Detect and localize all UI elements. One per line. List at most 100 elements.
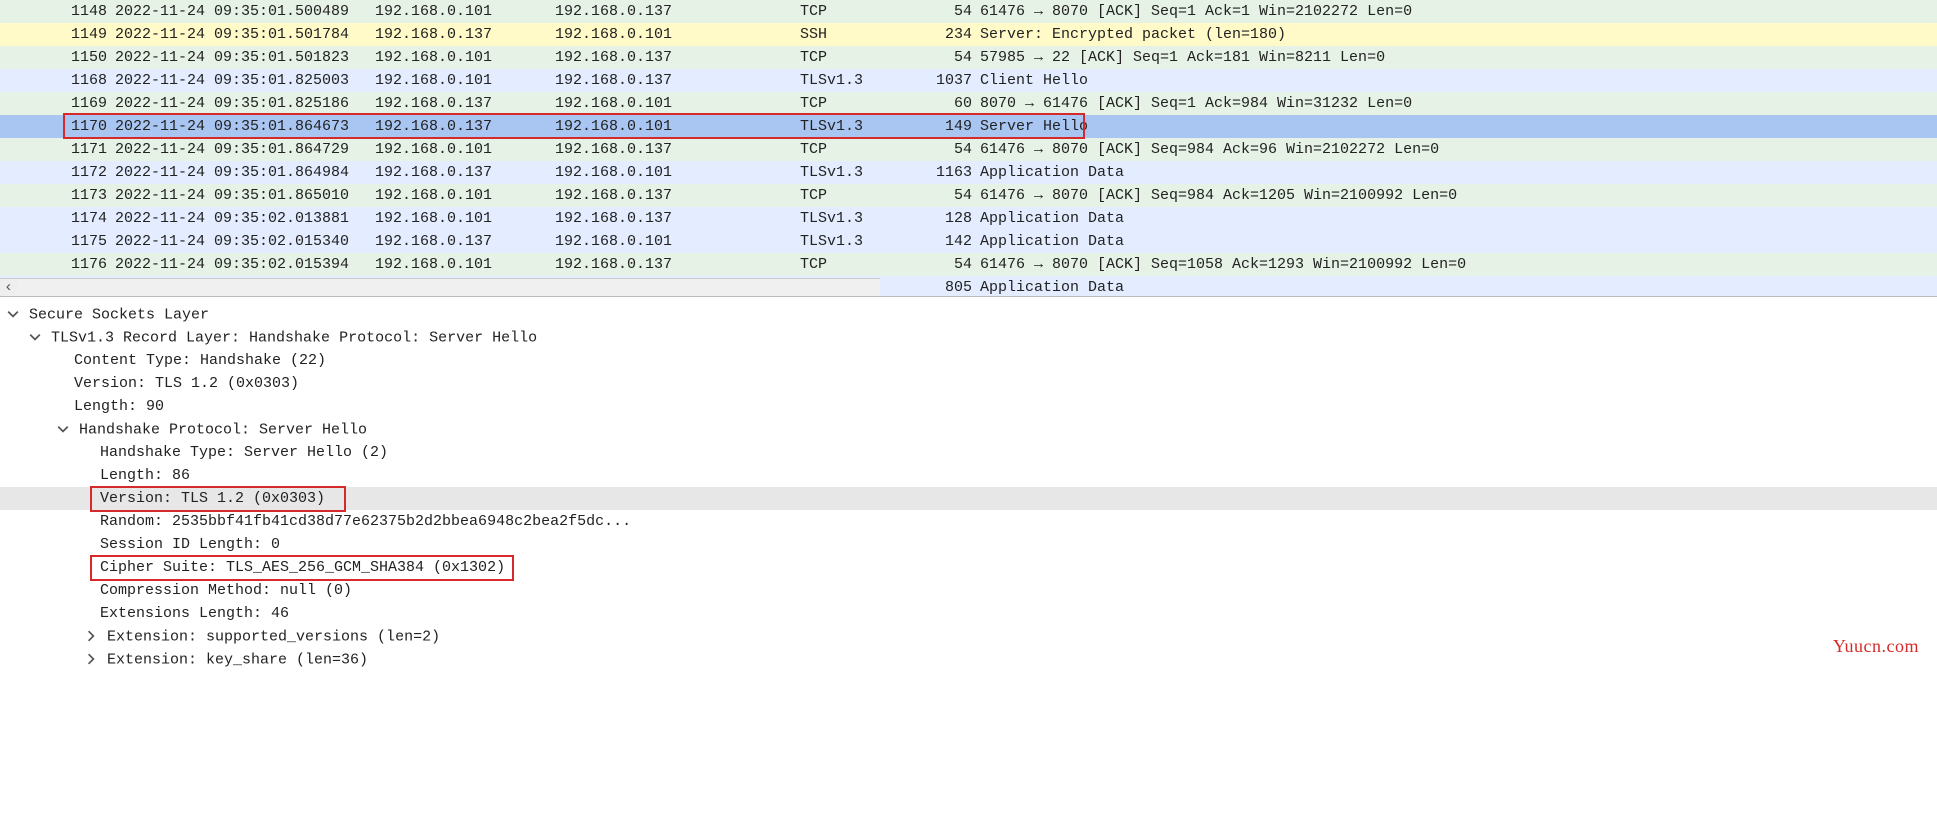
packet-length: 142 bbox=[920, 230, 980, 253]
packet-row[interactable]: 11702022-11-24 09:35:01.864673192.168.0.… bbox=[0, 115, 1937, 138]
packet-info: 57985 → 22 [ACK] Seq=1 Ack=181 Win=8211 … bbox=[980, 46, 1937, 69]
packet-info: Client Hello bbox=[980, 69, 1937, 92]
packet-time: 2022-11-24 09:35:01.864729 bbox=[115, 138, 375, 161]
tree-hs-length: Length: 86 bbox=[100, 467, 190, 484]
packet-info: Application Data bbox=[980, 161, 1937, 184]
packet-protocol: TCP bbox=[800, 253, 920, 276]
packet-protocol: TCP bbox=[800, 0, 920, 23]
packet-protocol: TCP bbox=[800, 184, 920, 207]
tree-ext1: Extension: supported_versions (len=2) bbox=[107, 628, 440, 645]
packet-destination: 192.168.0.101 bbox=[555, 115, 800, 138]
packet-destination: 192.168.0.137 bbox=[555, 184, 800, 207]
scroll-left-icon[interactable]: ‹ bbox=[0, 280, 17, 295]
packet-no: 1148 bbox=[0, 0, 115, 23]
packet-row[interactable]: 11682022-11-24 09:35:01.825003192.168.0.… bbox=[0, 69, 1937, 92]
packet-no: 1171 bbox=[0, 138, 115, 161]
tree-record-label: TLSv1.3 Record Layer: Handshake Protocol… bbox=[51, 329, 537, 346]
packet-row[interactable]: 11752022-11-24 09:35:02.015340 192.168.0.… bbox=[0, 230, 1937, 253]
tree-hs-version: Version: TLS 1.2 (0x0303) bbox=[100, 490, 325, 507]
packet-no: 1176 bbox=[0, 253, 115, 276]
packet-info: Server: Encrypted packet (len=180) bbox=[980, 23, 1937, 46]
packet-protocol: TLSv1.3 bbox=[800, 69, 920, 92]
packet-row[interactable]: 11742022-11-24 09:35:02.013881 192.168.0.… bbox=[0, 207, 1937, 230]
packet-length: 149 bbox=[920, 115, 980, 138]
packet-source: 192.168.0.137 bbox=[375, 92, 555, 115]
packet-info: 61476 → 8070 [ACK] Seq=1 Ack=1 Win=21022… bbox=[980, 0, 1937, 23]
packet-length: 1163 bbox=[920, 161, 980, 184]
packet-time: 2022-11-24 09:35:01.864673 bbox=[115, 115, 375, 138]
scrollbar-track[interactable] bbox=[17, 280, 880, 295]
packet-row[interactable]: 11502022-11-24 09:35:01.501823192.168.0.… bbox=[0, 46, 1937, 69]
packet-protocol: SSH bbox=[800, 23, 920, 46]
packet-source: 192.168.0.137 bbox=[375, 161, 555, 184]
packet-length: 54 bbox=[920, 0, 980, 23]
tree-ext2: Extension: key_share (len=36) bbox=[107, 651, 368, 668]
tree-hs-type: Handshake Type: Server Hello (2) bbox=[100, 444, 388, 461]
tree-item[interactable]: Length: 86 bbox=[0, 464, 1937, 487]
packet-source: 192.168.0.101 bbox=[375, 253, 555, 276]
packet-time: 2022-11-24 09:35:01.501823 bbox=[115, 46, 375, 69]
tree-item[interactable]: Handshake Type: Server Hello (2) bbox=[0, 441, 1937, 464]
chevron-down-icon[interactable] bbox=[6, 303, 20, 326]
watermark-text: Yuucn.com bbox=[1833, 636, 1919, 657]
tree-item-ext[interactable]: Extension: supported_versions (len=2) bbox=[0, 625, 1937, 648]
packet-row[interactable]: 11712022-11-24 09:35:01.864729192.168.0.… bbox=[0, 138, 1937, 161]
tree-item[interactable]: Compression Method: null (0) bbox=[0, 579, 1937, 602]
chevron-right-icon[interactable] bbox=[84, 625, 98, 648]
tree-item[interactable]: Extensions Length: 46 bbox=[0, 602, 1937, 625]
packet-time: 2022-11-24 09:35:02.013881 bbox=[115, 207, 375, 230]
packet-info: Server Hello bbox=[980, 115, 1937, 138]
packet-destination: 192.168.0.101 bbox=[555, 92, 800, 115]
packet-info: 8070 → 61476 [ACK] Seq=1 Ack=984 Win=312… bbox=[980, 92, 1937, 115]
packet-time: 2022-11-24 09:35:01.501784 bbox=[115, 23, 375, 46]
chevron-right-icon[interactable] bbox=[84, 648, 98, 671]
chevron-down-icon[interactable] bbox=[56, 418, 70, 441]
packet-time: 2022-11-24 09:35:02.015340 bbox=[115, 230, 375, 253]
packet-row[interactable]: 11722022-11-24 09:35:01.864984192.168.0.… bbox=[0, 161, 1937, 184]
packet-destination: 192.168.0.101 bbox=[555, 230, 800, 253]
packet-time: 2022-11-24 09:35:01.864984 bbox=[115, 161, 375, 184]
tree-item[interactable]: Random: 2535bbf41fb41cd38d77e62375b2d2bb… bbox=[0, 510, 1937, 533]
packet-destination: 192.168.0.137 bbox=[555, 46, 800, 69]
packet-time: 2022-11-24 09:35:01.825003 bbox=[115, 69, 375, 92]
packet-protocol: TCP bbox=[800, 138, 920, 161]
packet-length: 1037 bbox=[920, 69, 980, 92]
packet-info: 61476 → 8070 [ACK] Seq=984 Ack=96 Win=21… bbox=[980, 138, 1937, 161]
tree-item-cipher[interactable]: Cipher Suite: TLS_AES_256_GCM_SHA384 (0x… bbox=[0, 556, 1937, 579]
tree-item-ext[interactable]: Extension: key_share (len=36) bbox=[0, 648, 1937, 671]
tree-item[interactable]: Version: TLS 1.2 (0x0303) bbox=[0, 372, 1937, 395]
tree-item[interactable]: Content Type: Handshake (22) bbox=[0, 349, 1937, 372]
packet-source: 192.168.0.101 bbox=[375, 184, 555, 207]
packet-length: 234 bbox=[920, 23, 980, 46]
horizontal-scrollbar[interactable]: ‹ bbox=[0, 278, 880, 296]
packet-no: 1174 bbox=[0, 207, 115, 230]
detail-tree-panel[interactable]: Secure Sockets Layer TLSv1.3 Record Laye… bbox=[0, 297, 1937, 836]
packet-time: 2022-11-24 09:35:01.825186 bbox=[115, 92, 375, 115]
packet-row[interactable]: 11732022-11-24 09:35:01.865010192.168.0.… bbox=[0, 184, 1937, 207]
packet-no: 1175 bbox=[0, 230, 115, 253]
packet-row[interactable]: 11482022-11-24 09:35:01.500489192.168.0.… bbox=[0, 0, 1937, 23]
packet-length: 54 bbox=[920, 46, 980, 69]
packet-no: 1173 bbox=[0, 184, 115, 207]
tree-ext-len: Extensions Length: 46 bbox=[100, 605, 289, 622]
packet-row[interactable]: 11762022-11-24 09:35:02.015394192.168.0.… bbox=[0, 253, 1937, 276]
packet-length: 54 bbox=[920, 184, 980, 207]
packet-info: Application Data bbox=[980, 276, 1937, 297]
packet-source: 192.168.0.101 bbox=[375, 46, 555, 69]
packet-row[interactable]: 11492022-11-24 09:35:01.501784192.168.0.… bbox=[0, 23, 1937, 46]
packet-list-panel[interactable]: 11482022-11-24 09:35:01.500489192.168.0.… bbox=[0, 0, 1937, 297]
packet-destination: 192.168.0.137 bbox=[555, 0, 800, 23]
packet-length: 54 bbox=[920, 253, 980, 276]
packet-destination: 192.168.0.137 bbox=[555, 207, 800, 230]
tree-record-layer[interactable]: TLSv1.3 Record Layer: Handshake Protocol… bbox=[0, 326, 1937, 349]
packet-row[interactable]: 11692022-11-24 09:35:01.825186192.168.0.… bbox=[0, 92, 1937, 115]
tree-item[interactable]: Session ID Length: 0 bbox=[0, 533, 1937, 556]
tree-item-version[interactable]: Version: TLS 1.2 (0x0303) bbox=[0, 487, 1937, 510]
chevron-down-icon[interactable] bbox=[28, 326, 42, 349]
packet-destination: 192.168.0.137 bbox=[555, 69, 800, 92]
tree-item[interactable]: Length: 90 bbox=[0, 395, 1937, 418]
packet-info: 61476 → 8070 [ACK] Seq=1058 Ack=1293 Win… bbox=[980, 253, 1937, 276]
tree-root[interactable]: Secure Sockets Layer bbox=[0, 303, 1937, 326]
tree-handshake-root[interactable]: Handshake Protocol: Server Hello bbox=[0, 418, 1937, 441]
packet-destination: 192.168.0.137 bbox=[555, 253, 800, 276]
